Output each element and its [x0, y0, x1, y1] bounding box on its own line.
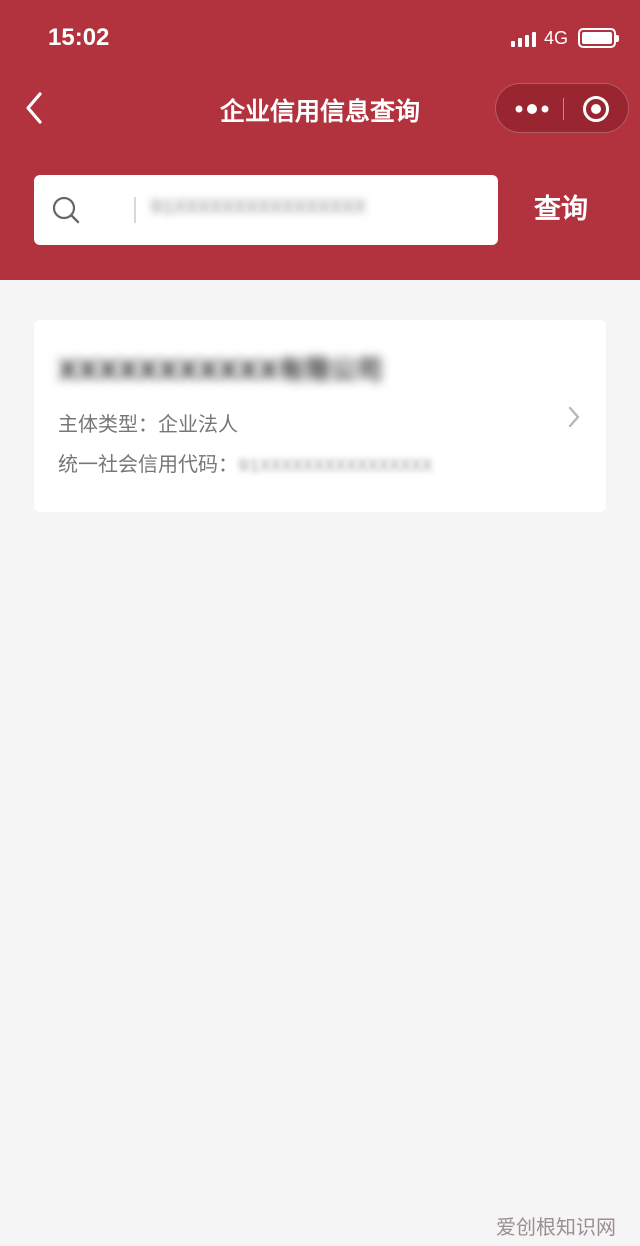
search-icon: [52, 196, 80, 224]
entity-type-value: 企业法人: [158, 412, 238, 436]
close-mini-program-button[interactable]: [581, 94, 611, 124]
target-circle-icon: [583, 96, 609, 122]
entity-type-label: 主体类型：: [58, 412, 158, 436]
capsule-divider: [563, 98, 564, 120]
battery-icon: [578, 28, 619, 48]
nav-bar: 企业信用信息查询: [0, 78, 640, 138]
query-button[interactable]: 查询: [506, 190, 616, 230]
status-bar: 15:02 4G: [0, 0, 640, 72]
watermark-text: 爱创根知识网: [496, 1215, 616, 1239]
status-indicators: 4G: [510, 26, 619, 50]
credit-code-label: 统一社会信用代码：: [58, 452, 238, 476]
entity-type-row: 主体类型：企业法人: [58, 408, 238, 437]
more-button[interactable]: [514, 84, 550, 134]
signal-icon: [510, 29, 536, 47]
credit-code-value: 91XXXXXXXXXXXXXXXX: [238, 457, 433, 477]
network-type: 4G: [543, 27, 568, 48]
status-time: 15:02: [48, 24, 110, 51]
result-card[interactable]: XXXXXXXXXXX有限公司 主体类型：企业法人 统一社会信用代码：91XXX…: [34, 320, 606, 512]
text-cursor: [134, 197, 136, 223]
company-name: XXXXXXXXXXX有限公司: [58, 356, 383, 386]
credit-code-row: 统一社会信用代码：91XXXXXXXXXXXXXXXX: [58, 448, 432, 477]
chevron-right-icon: [568, 406, 580, 428]
more-dots-icon: [515, 104, 549, 114]
mini-program-capsule: [495, 83, 629, 133]
search-input-value: 91XXXXXXXXXXXXXXXX: [150, 197, 367, 220]
header-bar: 15:02 4G 企业信用信息查询 91XXXXXXXXXXXXXXXX 查询: [0, 0, 640, 280]
search-input[interactable]: 91XXXXXXXXXXXXXXXX: [34, 175, 498, 245]
